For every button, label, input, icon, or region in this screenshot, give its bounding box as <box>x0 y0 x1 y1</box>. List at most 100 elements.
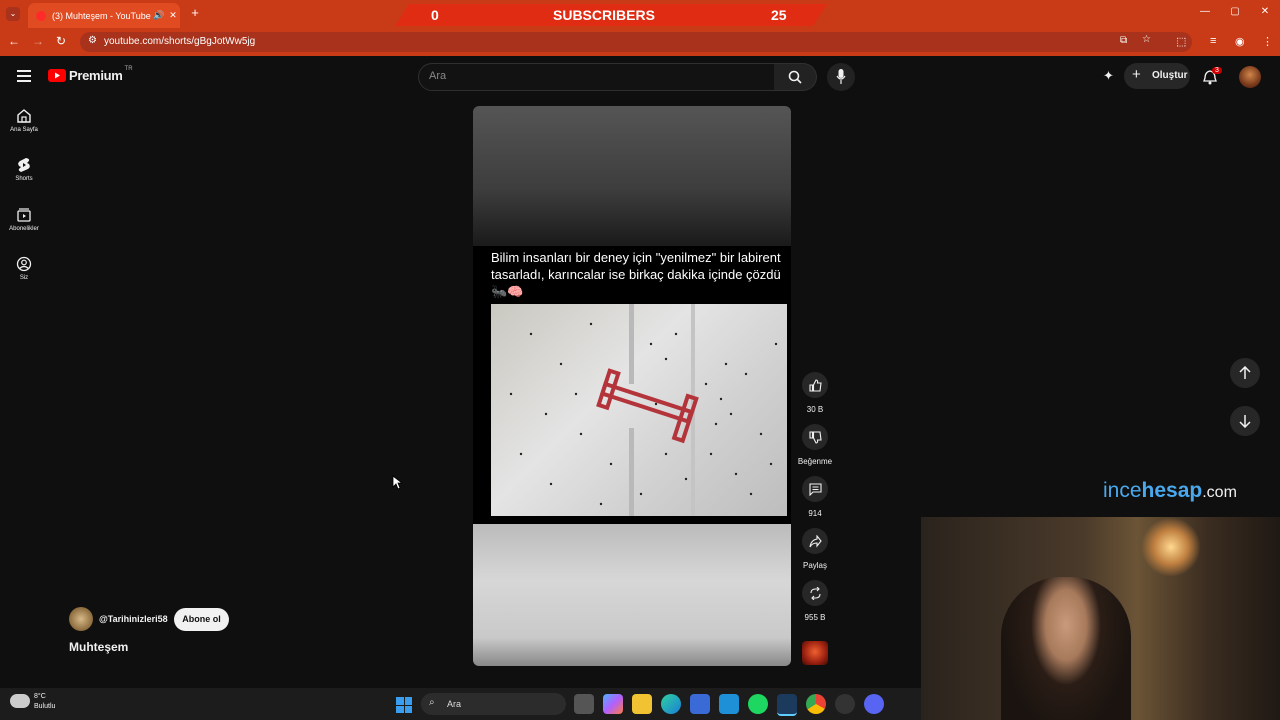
taskbar-search-label: Ara <box>447 699 462 709</box>
weather-cloud-icon <box>10 694 30 708</box>
weather-desc: Bulutlu <box>34 703 56 710</box>
avatar[interactable] <box>1239 66 1261 88</box>
search-placeholder: Ara <box>429 70 447 82</box>
comment-icon <box>808 482 822 496</box>
channel-name[interactable]: @Tarihinizleri58 <box>99 614 168 624</box>
share-button[interactable] <box>802 528 828 554</box>
site-info-icon[interactable]: ⚙ <box>88 35 97 46</box>
address-bar[interactable]: ⚙ youtube.com/shorts/gBgJotWw5jg ⧉ ☆ <box>80 32 1192 52</box>
tab-search-button[interactable]: ⌄ <box>6 7 20 21</box>
sidebar-item-home[interactable]: Ana Sayfa <box>0 108 48 133</box>
like-button[interactable] <box>802 372 828 398</box>
browser-menu-icon[interactable]: ⋮ <box>1262 35 1273 48</box>
browser-tab[interactable]: (3) Muhteşem - YouTube 🔊 ✕ <box>28 3 180 28</box>
notifications-button[interactable]: 3 <box>1203 67 1223 88</box>
sidebar-item-label: Shorts <box>15 176 33 182</box>
cast-icon[interactable]: ✦ <box>1103 68 1114 84</box>
short-title: Muhteşem <box>69 640 129 654</box>
extensions-icon[interactable]: ⬚ <box>1176 35 1186 48</box>
youtube-logo[interactable]: Premium TR <box>48 65 133 83</box>
maximize-button[interactable]: ▢ <box>1220 6 1250 22</box>
bookmark-star-icon[interactable]: ☆ <box>1142 34 1151 45</box>
voice-search-button[interactable] <box>827 63 855 91</box>
microphone-icon <box>836 69 846 84</box>
install-app-icon[interactable]: ⧉ <box>1120 35 1127 46</box>
back-icon[interactable]: ← <box>8 34 20 48</box>
thumbs-down-icon <box>808 430 822 444</box>
search-input[interactable]: Ara <box>418 63 776 91</box>
subscriptions-icon <box>17 208 31 222</box>
video-blurred-bottom <box>473 524 791 666</box>
obs-icon[interactable] <box>835 694 855 714</box>
media-control-icon[interactable]: ≡ <box>1210 35 1216 47</box>
forward-icon[interactable]: → <box>32 34 44 48</box>
tab-audio-icon[interactable]: 🔊 <box>152 10 166 21</box>
close-window-button[interactable]: ✕ <box>1250 6 1280 22</box>
task-view-icon[interactable] <box>574 694 594 714</box>
home-icon <box>17 109 31 123</box>
subscriber-label: SUBSCRIBERS <box>553 7 655 23</box>
subscriber-right-count: 25 <box>771 7 787 23</box>
subscriber-left-count: 0 <box>431 7 439 23</box>
file-explorer-icon[interactable] <box>632 694 652 714</box>
url-text: youtube.com/shorts/gBgJotWw5jg <box>104 36 256 47</box>
comments-button[interactable] <box>802 476 828 502</box>
subscriber-counter-overlay: 0 SUBSCRIBERS 25 <box>395 4 827 26</box>
create-label: Oluştur <box>1152 70 1188 81</box>
remix-icon <box>809 586 821 600</box>
dislike-label: Beğenme <box>797 457 833 466</box>
steam-icon[interactable] <box>777 694 797 716</box>
arrow-down-icon <box>1239 415 1251 428</box>
webcam-overlay <box>921 517 1280 720</box>
sidebar-item-label: Siz <box>19 275 29 281</box>
game-app-icon[interactable] <box>719 694 739 714</box>
comment-count: 914 <box>808 509 822 518</box>
weather-temp: 8°C <box>34 693 46 700</box>
channel-avatar[interactable] <box>69 607 93 631</box>
chrome-icon[interactable] <box>806 694 826 714</box>
reload-icon[interactable]: ↻ <box>56 34 66 48</box>
logo-country-badge: TR <box>124 65 133 72</box>
watermark-part3: .com <box>1202 484 1237 501</box>
arrow-up-icon <box>1239 366 1251 379</box>
sidebar-item-label: Abonelikler <box>9 226 39 232</box>
short-video-player[interactable]: Bilim insanları bir deney için "yenilmez… <box>473 106 791 666</box>
dislike-button[interactable] <box>802 424 828 450</box>
subscribe-button[interactable]: Abone ol <box>174 608 229 631</box>
like-count: 30 B <box>806 405 824 414</box>
sidebar-item-you[interactable]: Siz <box>0 256 48 281</box>
windows-start-icon[interactable] <box>396 697 412 713</box>
audio-track-thumbnail[interactable] <box>802 641 828 665</box>
remix-count: 955 B <box>804 613 826 622</box>
remix-button[interactable] <box>802 580 828 606</box>
new-tab-button[interactable]: + <box>188 6 202 20</box>
search-button[interactable] <box>774 63 817 91</box>
video-blurred-top <box>473 106 791 246</box>
create-button[interactable]: + Oluştur <box>1124 63 1190 89</box>
shorts-icon <box>18 158 30 172</box>
mouse-cursor-icon <box>392 475 402 490</box>
sidebar-item-subscriptions[interactable]: Abonelikler <box>0 207 48 232</box>
search-icon <box>788 70 802 84</box>
plus-icon: + <box>1132 66 1141 83</box>
webcam-light <box>1141 517 1201 577</box>
edge-icon[interactable] <box>661 694 681 714</box>
logo-text: Premium <box>69 68 123 83</box>
sidebar-item-shorts[interactable]: Shorts <box>0 157 48 182</box>
tab-title: (3) Muhteşem - YouTube <box>52 10 151 21</box>
thumbs-up-icon <box>808 378 822 392</box>
store-icon[interactable] <box>690 694 710 714</box>
discord-icon[interactable] <box>864 694 884 714</box>
previous-short-button[interactable] <box>1230 358 1260 388</box>
next-short-button[interactable] <box>1230 406 1260 436</box>
watermark-part2: hesap <box>1141 479 1203 502</box>
minimize-button[interactable]: — <box>1190 6 1220 22</box>
tab-close-icon[interactable]: ✕ <box>166 10 180 21</box>
copilot-icon[interactable] <box>603 694 623 714</box>
spotify-icon[interactable] <box>748 694 768 714</box>
taskbar-search[interactable]: ⌕ Ara <box>421 693 566 715</box>
profile-icon[interactable]: ◉ <box>1235 35 1245 48</box>
taskbar-search-icon: ⌕ <box>429 697 435 708</box>
guide-menu-icon[interactable] <box>17 69 31 87</box>
watermark-part1: ince <box>1103 479 1142 502</box>
